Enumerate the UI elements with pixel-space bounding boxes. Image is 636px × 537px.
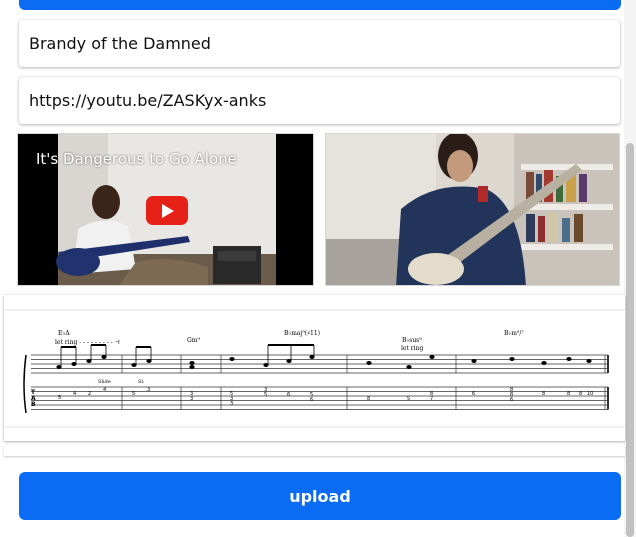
fret-number: 7 xyxy=(430,396,434,402)
upload-button[interactable]: upload xyxy=(19,472,621,520)
scrollbar-thumb[interactable] xyxy=(626,143,634,537)
fret-number: 10 xyxy=(587,391,594,397)
fret-number: 6 xyxy=(310,397,314,403)
top-button-partial[interactable] xyxy=(19,0,621,10)
url-input[interactable]: https://youtu.be/ZASKyx-anks xyxy=(19,77,620,124)
tablature-card: E♭Δ let ring - - - - - - - - - ⊣ Gm⁹ B♭m… xyxy=(4,295,625,441)
video-thumbnail[interactable]: It's Dangerous to Go Alone xyxy=(17,133,314,286)
fret-number: 6 xyxy=(510,397,514,403)
fret-number: 2 xyxy=(88,391,92,397)
fret-number: 3 xyxy=(230,401,234,407)
fret-number: 5 xyxy=(58,395,62,401)
fret-number: 8 xyxy=(567,391,571,397)
video-title: It's Dangerous to Go Alone xyxy=(36,150,237,168)
fret-number: 4 xyxy=(73,391,77,397)
scrollbar-track[interactable] xyxy=(624,0,636,537)
video-thumbnail-photo[interactable] xyxy=(325,133,620,286)
guitarist-photo xyxy=(326,134,619,285)
youtube-play-icon[interactable] xyxy=(146,196,188,225)
fret-number: 3 xyxy=(190,396,194,402)
next-card-edge xyxy=(4,446,625,456)
fret-numbers: 5 4 2 4 5 3 3 3 5 3 3 3 5 6 5 6 8 5 8 7 … xyxy=(4,295,625,441)
fret-number: 5 xyxy=(264,392,268,398)
fret-number: 4 xyxy=(103,387,107,393)
fret-number: 8 xyxy=(367,396,371,402)
fret-number: 8 xyxy=(542,391,546,397)
fret-number: 5 xyxy=(407,396,411,402)
fret-number: 6 xyxy=(472,391,476,397)
fret-number: 3 xyxy=(147,387,151,393)
fret-number: 5 xyxy=(132,391,136,397)
title-input[interactable]: Brandy of the Damned xyxy=(19,20,620,67)
fret-number: 6 xyxy=(287,392,291,398)
fret-number: 8 xyxy=(579,391,583,397)
